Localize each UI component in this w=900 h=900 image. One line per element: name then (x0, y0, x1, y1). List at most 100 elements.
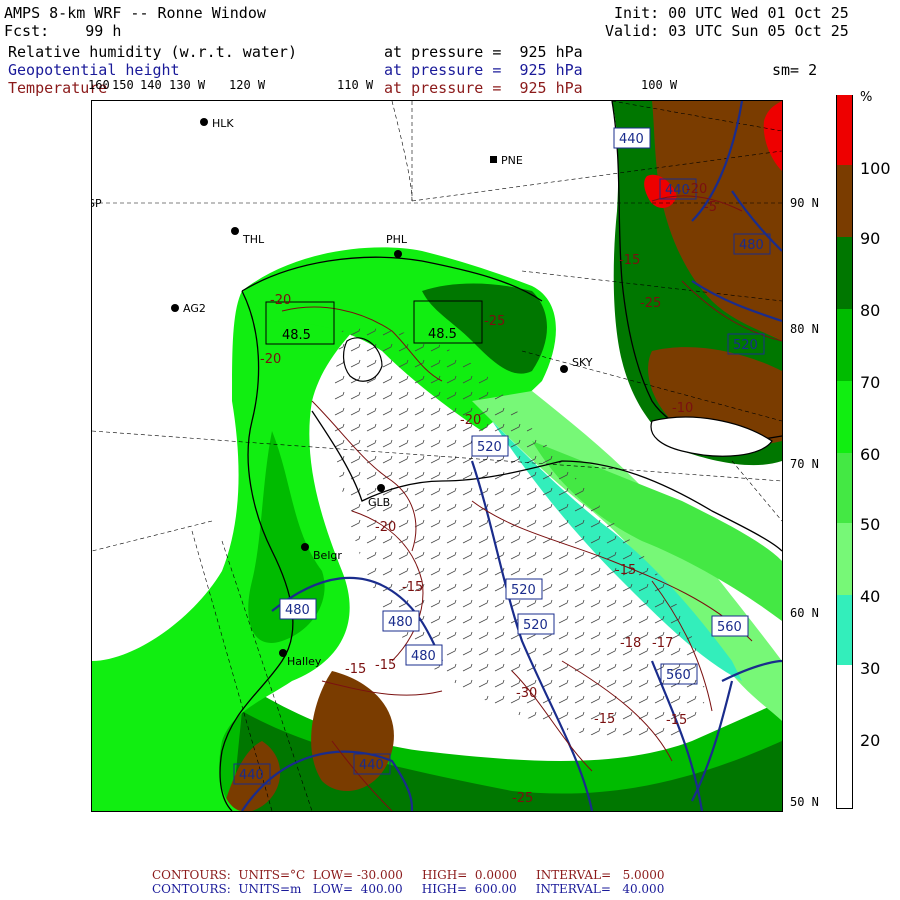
colorbar-swatch (836, 523, 853, 595)
lon-label: 160 (88, 78, 110, 92)
svg-text:-30: -30 (516, 686, 537, 701)
lon-label: 100 W (641, 78, 678, 92)
height-label-box: 520 (471, 435, 509, 457)
svg-text:480: 480 (388, 615, 413, 630)
lon-label: 130 W (169, 78, 206, 92)
svg-text:48.5: 48.5 (428, 327, 457, 342)
init-time: Init: 00 UTC Wed 01 Oct 25 (614, 4, 849, 22)
colorbar-swatch (836, 95, 853, 165)
svg-text:440: 440 (619, 132, 644, 147)
svg-text:440: 440 (359, 758, 384, 773)
svg-text:560: 560 (717, 620, 742, 635)
colorbar-label: 50 (860, 515, 881, 534)
svg-text:520: 520 (733, 338, 758, 353)
svg-text:-15: -15 (594, 712, 615, 727)
forecast-hour: Fcst: 99 h (4, 22, 121, 40)
lat-label: 60 N (790, 606, 819, 620)
lon-label: 120 W (229, 78, 266, 92)
lat-label: 70 N (790, 457, 819, 471)
station-dot-pne (490, 156, 497, 163)
svg-text:-15: -15 (666, 713, 687, 728)
lon-label: 110 W (337, 78, 374, 92)
colorbar-unit: % (860, 90, 873, 105)
svg-text:-15: -15 (345, 662, 366, 677)
colorbar-label: 60 (860, 445, 881, 464)
svg-text:480: 480 (739, 238, 764, 253)
lat-label: 90 N (790, 196, 819, 210)
lat-label: 50 N (790, 795, 819, 809)
svg-text:-20: -20 (260, 352, 281, 367)
colorbar-swatch (836, 595, 853, 665)
svg-text:480: 480 (411, 649, 436, 664)
svg-text:-15: -15 (619, 253, 640, 268)
fcst-label: Fcst: (4, 22, 50, 40)
height-label-box: 520 (505, 578, 543, 600)
svg-text:520: 520 (511, 583, 536, 598)
station-label: PHL (386, 233, 408, 246)
colorbar-swatch (836, 237, 853, 309)
height-label-box: 480 (382, 610, 420, 632)
height-label-box: 480 (405, 644, 443, 666)
colorbar-label: 40 (860, 587, 881, 606)
svg-text:-25: -25 (512, 791, 533, 806)
field-rh-name: Relative humidity (w.r.t. water) (8, 43, 297, 61)
station-label: AG2 (183, 302, 206, 315)
station-dot-glb (377, 484, 385, 492)
svg-text:-20: -20 (686, 182, 707, 197)
fcst-value: 99 h (85, 22, 122, 40)
station-label: THL (242, 233, 265, 246)
svg-text:-20: -20 (460, 413, 481, 428)
footer-height-contours: CONTOURS: UNITS=m LOW= 400.00 HIGH= 600.… (152, 882, 665, 896)
pole-label: SP (92, 197, 102, 210)
colorbar-swatch (836, 309, 853, 381)
svg-text:-15: -15 (402, 580, 423, 595)
field-temp-level: at pressure = 925 hPa (384, 79, 583, 97)
colorbar-label: 90 (860, 229, 881, 248)
svg-text:-25: -25 (640, 296, 661, 311)
svg-text:520: 520 (523, 618, 548, 633)
colorbar-label: 100 (860, 159, 891, 178)
height-label-box: 480 (279, 598, 317, 620)
station-label: PNE (501, 154, 523, 167)
lon-label: 140 (140, 78, 162, 92)
map-title: AMPS 8-km WRF -- Ronne Window (4, 4, 266, 22)
station-dot-sky (560, 365, 568, 373)
map-svg: HLK PNE THL PHL AG2 SKY GLB Belgr Halley… (92, 101, 782, 811)
colorbar-swatch (836, 165, 853, 237)
svg-text:-15: -15 (375, 658, 396, 673)
station-dot-phl (394, 250, 402, 258)
height-label-box: 440 (613, 127, 651, 149)
svg-text:-20: -20 (375, 520, 396, 535)
colorbar-label: 20 (860, 731, 881, 750)
svg-text:-15: -15 (615, 563, 636, 578)
field-height-level: at pressure = 925 hPa (384, 61, 583, 79)
svg-text:-20: -20 (270, 293, 291, 308)
station-label: Halley (287, 655, 322, 668)
colorbar-label: 80 (860, 301, 881, 320)
svg-text:480: 480 (285, 603, 310, 618)
svg-text:560: 560 (666, 668, 691, 683)
footer-temp-contours: CONTOURS: UNITS=°C LOW= -30.000 HIGH= 0.… (152, 868, 665, 882)
field-rh-level: at pressure = 925 hPa (384, 43, 583, 61)
svg-text:440: 440 (239, 768, 264, 783)
station-dot-hlk (200, 118, 208, 126)
station-dot-halley (279, 649, 287, 657)
svg-text:-25: -25 (484, 314, 505, 329)
station-label: SKY (572, 356, 593, 369)
colorbar-swatch (836, 453, 853, 523)
station-label: Belgr (313, 549, 342, 562)
svg-text:-18: -18 (620, 636, 641, 651)
colorbar-swatch (836, 665, 853, 809)
height-label-box: 520 (517, 613, 555, 635)
colorbar-swatch (836, 381, 853, 453)
station-dot-ag2 (171, 304, 179, 312)
station-label: HLK (212, 117, 234, 130)
valid-time: Valid: 03 UTC Sun 05 Oct 25 (605, 22, 849, 40)
field-height-name: Geopotential height (8, 61, 180, 79)
lat-label: 80 N (790, 322, 819, 336)
map-panel: HLK PNE THL PHL AG2 SKY GLB Belgr Halley… (91, 100, 783, 812)
svg-text:-5: -5 (704, 200, 717, 215)
station-dot-belgr (301, 543, 309, 551)
colorbar-label: 70 (860, 373, 881, 392)
svg-text:48.5: 48.5 (282, 328, 311, 343)
